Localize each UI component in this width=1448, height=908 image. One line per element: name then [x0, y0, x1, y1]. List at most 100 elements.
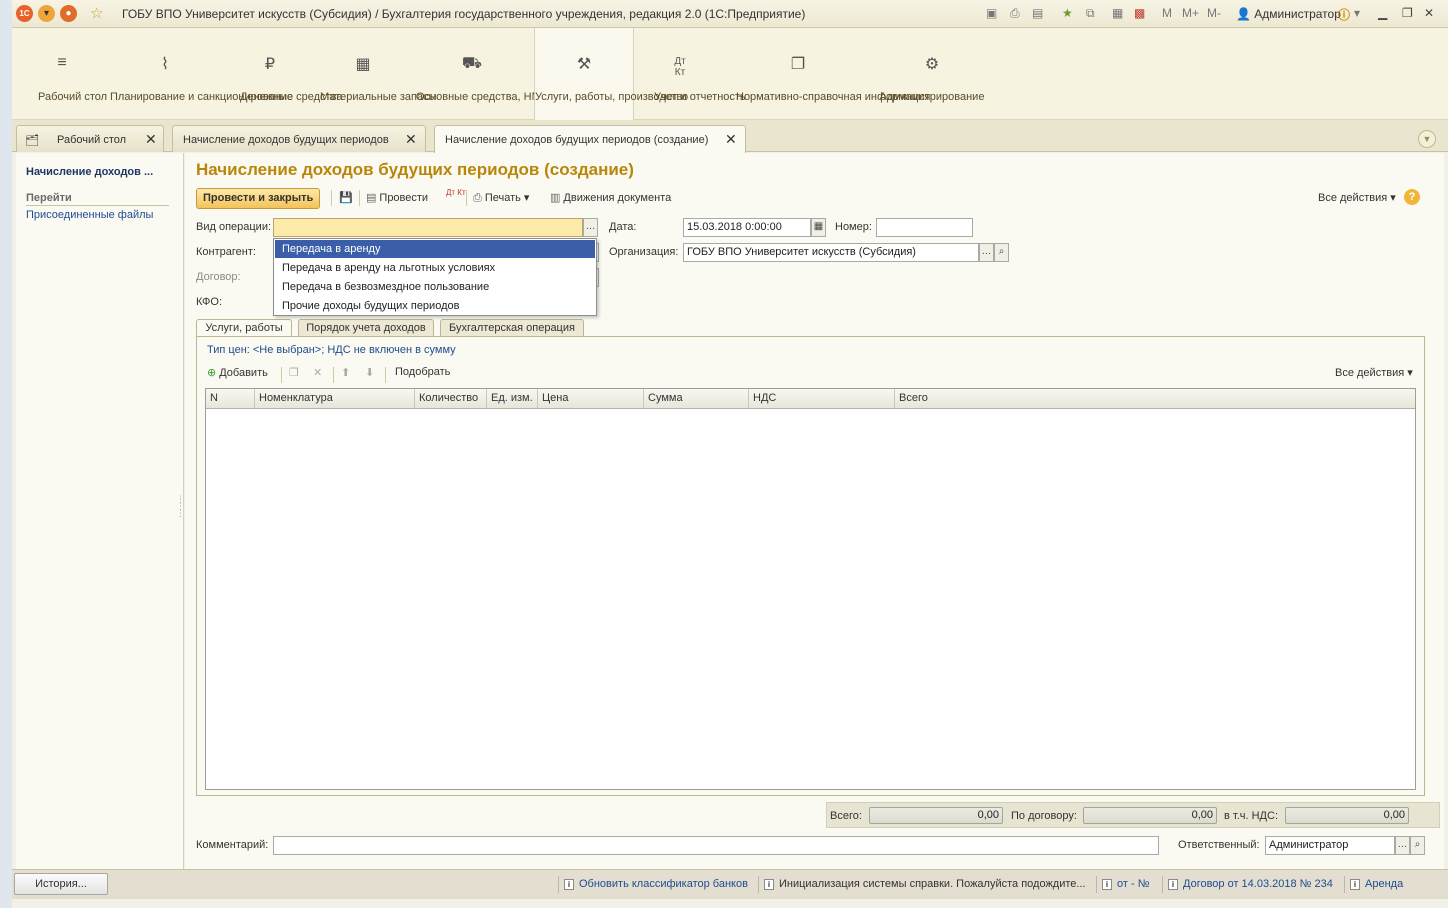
- memory-m-button[interactable]: M: [1162, 6, 1172, 20]
- pick-button[interactable]: Подобрать: [395, 366, 450, 378]
- dropdown-option[interactable]: Передача в аренду на льготных условиях: [275, 259, 595, 277]
- all-actions-button[interactable]: Все действия ▾: [1318, 191, 1396, 204]
- column-header-nomenclature[interactable]: Номенклатура: [255, 389, 415, 408]
- print-label: Печать: [484, 192, 521, 204]
- column-header-n[interactable]: N: [206, 389, 255, 408]
- status-contract-link[interactable]: i Договор от 14.03.2018 № 234: [1168, 878, 1333, 890]
- favorites-star-icon[interactable]: ☆: [90, 4, 103, 22]
- help-icon[interactable]: ?: [1404, 189, 1420, 205]
- section-admin[interactable]: ⚙ Администрирование: [874, 28, 990, 120]
- totals-bar: Всего: 0,00 По договору: 0,00 в т.ч. НДС…: [826, 802, 1440, 828]
- minimize-icon[interactable]: ▁: [1378, 6, 1387, 20]
- section-planning[interactable]: ⌇ Планирование и санкционирование: [110, 28, 293, 120]
- nav-attached-files-link[interactable]: Присоединенные файлы: [26, 209, 153, 221]
- preview-icon[interactable]: ▤: [1032, 6, 1043, 20]
- memory-mplus-button[interactable]: M+: [1182, 6, 1199, 20]
- comment-field[interactable]: [273, 836, 1159, 855]
- date-field[interactable]: 15.03.2018 0:00:00: [683, 218, 811, 237]
- responsible-select-button[interactable]: …: [1395, 836, 1410, 855]
- panel-splitter[interactable]: ⋮ ⋮ ⋮: [176, 495, 185, 526]
- responsible-field[interactable]: Администратор: [1265, 836, 1395, 855]
- section-accounting[interactable]: Дт Кт Учет и отчетность: [642, 28, 746, 120]
- table-all-actions-button[interactable]: Все действия ▾: [1335, 366, 1413, 379]
- move-up-icon[interactable]: ⬆: [341, 366, 350, 379]
- tabs-menu-icon[interactable]: ▼: [1418, 130, 1436, 148]
- tab-desktop[interactable]: 🗂 Рабочий стол ✕: [16, 125, 164, 152]
- section-desktop[interactable]: ≡ Рабочий стол: [24, 28, 107, 120]
- desktop-tab-icon: 🗂: [25, 135, 39, 147]
- move-down-icon[interactable]: ⬇: [365, 366, 374, 379]
- memory-mminus-button[interactable]: M-: [1207, 6, 1221, 20]
- separator: [1096, 876, 1097, 893]
- dt-kt-button[interactable]: Дт Кт: [446, 188, 466, 197]
- organization-field[interactable]: ГОБУ ВПО Университет искусств (Субсидия): [683, 243, 979, 262]
- nav-document-title[interactable]: Начисление доходов ...: [26, 166, 153, 178]
- table-command-bar: ⊕ Добавить ❐ ✕ ⬆ ⬇ Подобрать Все действия…: [207, 364, 1417, 384]
- status-update-banks[interactable]: i Обновить классификатор банков: [564, 878, 748, 890]
- close-icon[interactable]: ✕: [405, 131, 417, 148]
- tab-list[interactable]: Начисление доходов будущих периодов ✕: [172, 125, 426, 152]
- dropdown-option[interactable]: Прочие доходы будущих периодов: [275, 297, 595, 315]
- column-header-quantity[interactable]: Количество: [415, 389, 487, 408]
- column-header-vat[interactable]: НДС: [749, 389, 895, 408]
- section-label: Материальные запасы: [320, 91, 437, 103]
- main-menu-icon[interactable]: ●: [60, 5, 77, 22]
- column-header-sum[interactable]: Сумма: [644, 389, 749, 408]
- section-services[interactable]: ⚒ Услуги, работы, производство: [534, 28, 688, 120]
- dropdown-option[interactable]: Передача в безвозмездное пользование: [275, 278, 595, 296]
- contract-total-value: 0,00: [1083, 807, 1217, 824]
- search-icon[interactable]: ⌕: [1410, 836, 1425, 855]
- status-text: Инициализация системы справки. Пожалуйст…: [779, 878, 1086, 890]
- operation-type-field[interactable]: [273, 218, 583, 237]
- add-row-button[interactable]: ⊕ Добавить: [207, 366, 268, 379]
- services-table[interactable]: N Номенклатура Количество Ед. изм. Цена …: [205, 388, 1416, 790]
- column-header-total[interactable]: Всего: [895, 389, 1415, 408]
- price-type-link[interactable]: Тип цен: <Не выбран>; НДС не включен в с…: [207, 344, 456, 356]
- status-doc-link[interactable]: i от - №: [1102, 878, 1150, 890]
- current-user[interactable]: 👤 Администратор: [1236, 7, 1341, 21]
- delete-icon[interactable]: ✕: [313, 366, 322, 379]
- dropdown-option[interactable]: Передача в аренду: [275, 240, 595, 258]
- post-and-close-button[interactable]: Провести и закрыть: [196, 188, 321, 209]
- close-icon[interactable]: ✕: [725, 131, 737, 148]
- history-button[interactable]: История...: [14, 873, 108, 895]
- calendar-icon[interactable]: ▩: [1134, 6, 1145, 20]
- document-movements-button[interactable]: ▥ Движения документа: [550, 191, 671, 204]
- separator: [359, 190, 360, 206]
- organization-label: Организация:: [609, 246, 679, 258]
- add-favorite-icon[interactable]: ★: [1062, 6, 1073, 20]
- section-inventory[interactable]: ▦ Материальные запасы: [320, 28, 437, 120]
- column-header-unit[interactable]: Ед. изм.: [487, 389, 538, 408]
- section-fixed-assets[interactable]: ⛟ Основные средства, НМА, НПА: [416, 28, 577, 120]
- close-icon[interactable]: ✕: [145, 131, 157, 148]
- post-button[interactable]: ▤ Провести: [366, 191, 428, 204]
- calendar-icon[interactable]: ▦: [811, 218, 826, 237]
- calculator-icon[interactable]: ▦: [1112, 6, 1123, 20]
- save-icon[interactable]: 💾: [339, 191, 353, 204]
- section-reference[interactable]: ❐ Нормативно-справочная информация: [728, 28, 930, 120]
- number-field[interactable]: [876, 218, 973, 237]
- organization-select-button[interactable]: …: [979, 243, 994, 262]
- app-logo-icon[interactable]: 1С: [16, 5, 33, 22]
- restore-icon[interactable]: ❐: [1402, 6, 1413, 20]
- section-money[interactable]: ₽ Денежные средства: [230, 28, 342, 120]
- tab-create[interactable]: Начисление доходов будущих периодов (соз…: [434, 125, 746, 153]
- menu-dropdown-icon[interactable]: ▾: [38, 5, 55, 22]
- search-icon[interactable]: ⌕: [994, 243, 1009, 262]
- tab-income-accounting[interactable]: Порядок учета доходов: [298, 319, 434, 336]
- status-rent-link[interactable]: i Аренда: [1350, 878, 1403, 890]
- close-window-icon[interactable]: ✕: [1424, 6, 1434, 20]
- dt-kt-icon: Дт Кт: [674, 56, 686, 78]
- info-icon: i: [764, 879, 774, 890]
- operation-type-select-button[interactable]: …: [583, 218, 598, 237]
- link-icon[interactable]: ⧉: [1086, 6, 1095, 21]
- tab-accounting-operation[interactable]: Бухгалтерская операция: [440, 319, 584, 336]
- info-icon[interactable]: ⓘ: [1338, 6, 1350, 23]
- save-icon[interactable]: ▣: [986, 6, 997, 20]
- print-icon[interactable]: ⎙: [1010, 6, 1020, 21]
- copy-icon[interactable]: ❐: [289, 366, 299, 379]
- print-button[interactable]: ⎙ Печать ▾: [473, 191, 529, 205]
- column-header-price[interactable]: Цена: [538, 389, 644, 408]
- info-dropdown-icon[interactable]: ▾: [1354, 6, 1360, 20]
- movements-icon: ▥: [550, 192, 561, 204]
